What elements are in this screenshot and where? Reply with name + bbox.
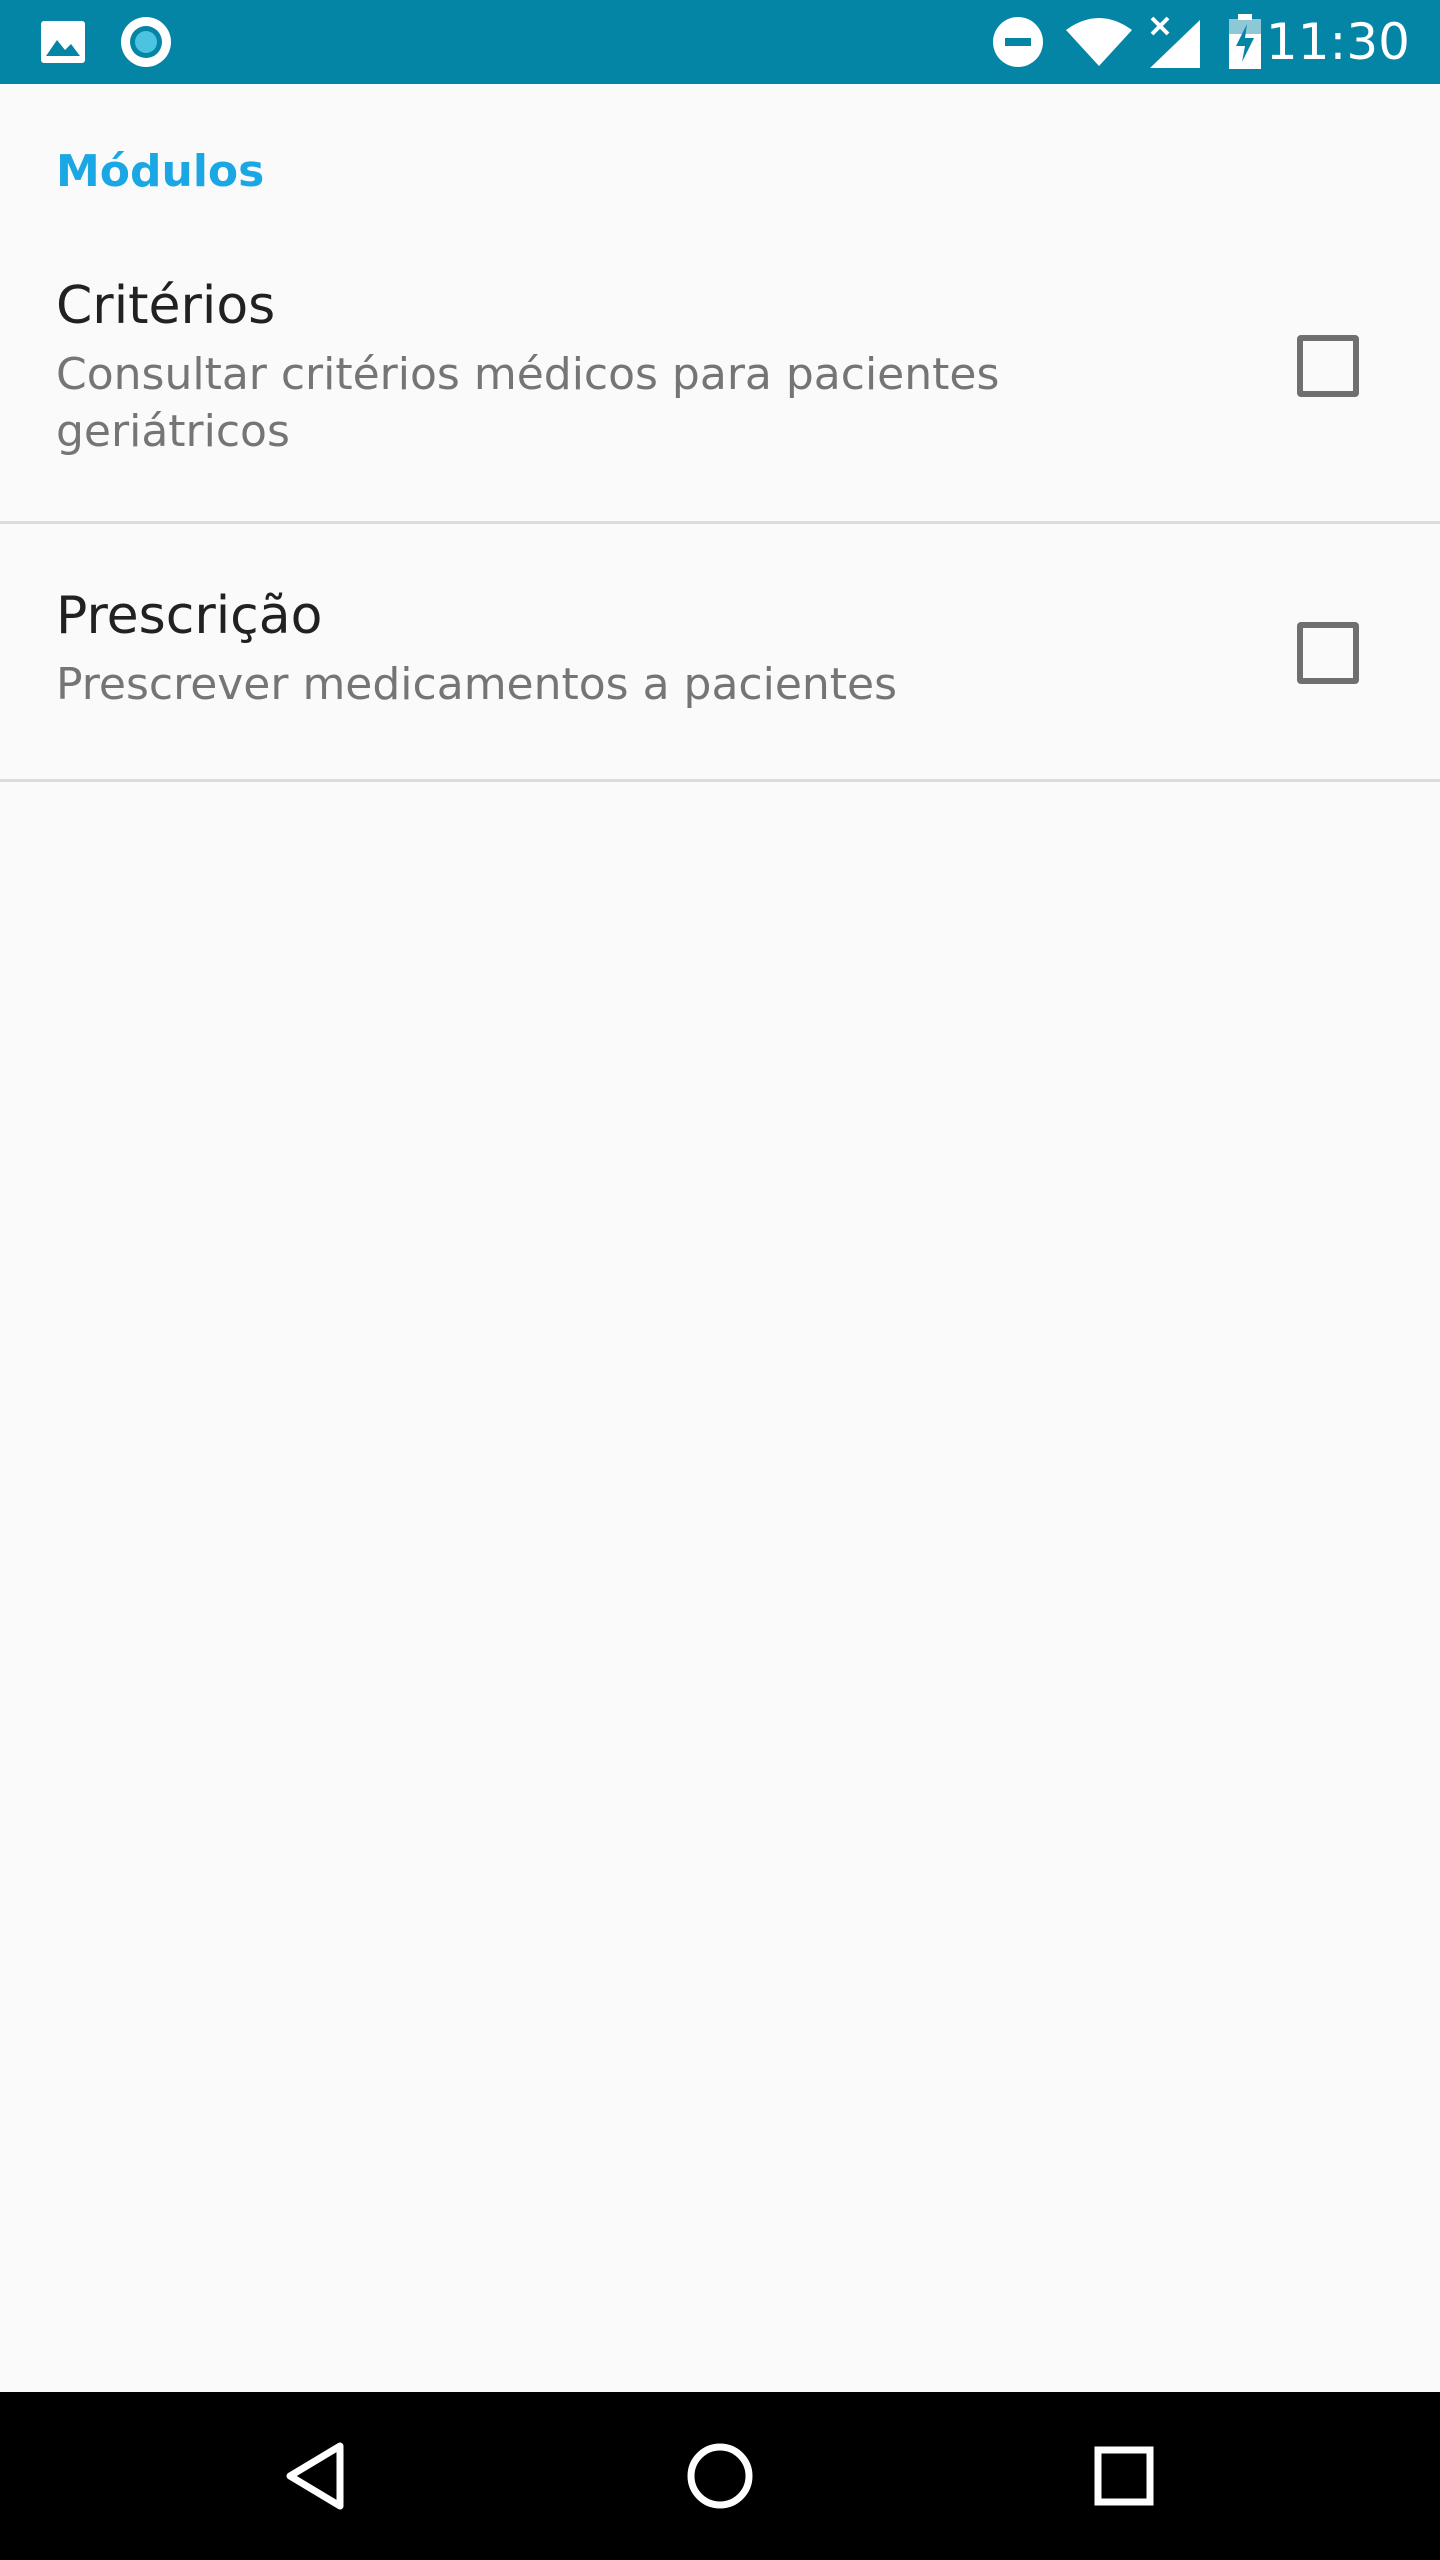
prescricao-checkbox[interactable]	[1297, 622, 1359, 684]
recents-button[interactable]	[1040, 2392, 1208, 2560]
wifi-icon	[1064, 16, 1134, 72]
battery-charging-icon	[1228, 14, 1262, 74]
status-time: 11:30	[1265, 13, 1410, 71]
home-icon	[687, 2443, 753, 2509]
home-button[interactable]	[636, 2392, 804, 2560]
status-bar: 11:30	[0, 0, 1440, 84]
preference-title: Critérios	[56, 276, 276, 336]
preference-summary: Prescrever medicamentos a pacientes	[56, 659, 898, 710]
recents-icon	[1094, 2446, 1154, 2506]
circle-notification-icon	[120, 16, 172, 72]
section-header: Módulos	[56, 146, 265, 197]
preference-summary: Consultar critérios médicos para pacient…	[56, 349, 1000, 457]
back-button[interactable]	[232, 2392, 400, 2560]
screen: 11:30 Módulos Critérios Consultar critér…	[0, 0, 1440, 2560]
cell-signal-no-data-icon	[1146, 14, 1202, 74]
back-icon	[286, 2442, 344, 2510]
preference-criterios[interactable]: Critérios Consultar critérios médicos pa…	[0, 230, 1440, 524]
gallery-icon	[40, 20, 86, 68]
preference-title: Prescrição	[56, 586, 323, 646]
preference-prescricao[interactable]: Prescrição Prescrever medicamentos a pac…	[0, 524, 1440, 782]
navigation-bar	[0, 2392, 1440, 2560]
do-not-disturb-icon	[992, 16, 1044, 72]
criterios-checkbox[interactable]	[1297, 335, 1359, 397]
